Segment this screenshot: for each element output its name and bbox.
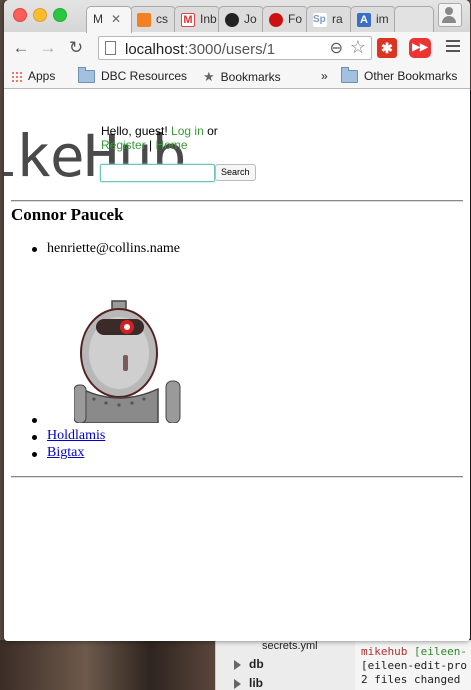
close-window-button[interactable] [13, 8, 27, 22]
folder-icon [341, 67, 358, 84]
bookmark-other[interactable]: Other Bookmarks [341, 67, 457, 84]
separator-text: | [149, 138, 153, 152]
url-text[interactable]: localhost:3000/users/1 [125, 41, 275, 58]
github-icon [225, 12, 239, 27]
list-bullet [32, 452, 37, 457]
finder-window: secrets.yml db lib [215, 640, 356, 690]
disclosure-triangle-icon[interactable] [234, 659, 241, 670]
reload-icon[interactable]: ↻ [65, 37, 87, 59]
youtube-extension-icon[interactable]: ▶▶ [409, 38, 431, 58]
search-form: Search [100, 164, 256, 183]
a-letter-icon: A [357, 12, 371, 27]
bookmark-dbc-resources[interactable]: DBC Resources [78, 67, 187, 84]
user-email: henriette@collins.name [47, 241, 181, 256]
tab-github[interactable]: Jo [218, 6, 264, 32]
address-bar[interactable]: localhost:3000/users/1 ⊖ ☆ [98, 36, 372, 60]
red-round-icon [269, 12, 283, 27]
zoom-window-button[interactable] [53, 8, 67, 22]
tab-stackoverflow[interactable]: cs [130, 6, 176, 32]
bookmarks-overflow-chevron[interactable]: » [321, 69, 328, 83]
company-link-bigtax[interactable]: Bigtax [47, 445, 84, 461]
minimize-window-button[interactable] [33, 8, 47, 22]
tab-speakerdeck[interactable]: Sp ra [306, 6, 352, 32]
page-icon [105, 41, 116, 55]
tab-active[interactable]: M ✕ [86, 6, 132, 33]
disclosure-triangle-icon[interactable] [234, 678, 241, 689]
profile-icon[interactable] [438, 3, 462, 27]
tab-label: M [93, 12, 103, 26]
auth-links: Hello, guest! Log in or Register | Home [101, 124, 218, 152]
terminal-window: mikehub [eileen- [eileen-edit-pro 2 file… [355, 640, 471, 690]
finder-file-secrets[interactable]: secrets.yml [262, 640, 318, 652]
desktop-wallpaper [0, 640, 215, 690]
folder-icon [78, 67, 95, 84]
finder-folder-db[interactable]: db [234, 657, 264, 671]
stackoverflow-icon [137, 12, 151, 27]
terminal-line-3: 2 files changed [361, 673, 461, 686]
bookmark-apps[interactable]: Apps [11, 69, 55, 83]
bookmark-bookmarks[interactable]: ★ Bookmarks [203, 69, 281, 85]
star-icon: ★ [203, 69, 215, 84]
sp-icon: Sp [313, 12, 327, 27]
divider [11, 200, 463, 202]
apps-grid-icon [11, 70, 23, 83]
search-input[interactable] [100, 164, 215, 182]
home-link[interactable]: Home [156, 138, 188, 152]
page-content: ikeHub Hello, guest! Log in or Register … [4, 89, 470, 641]
login-link[interactable]: Log in [171, 124, 204, 138]
zoom-icon[interactable]: ⊖ [330, 38, 343, 58]
search-button[interactable]: Search [215, 164, 256, 181]
tab-gmail[interactable]: M Inb [174, 6, 220, 32]
navigation-toolbar: ← → ↻ localhost:3000/users/1 ⊖ ☆ ✱ ▶▶ [4, 32, 470, 64]
company-link-holdlamis[interactable]: Holdlamis [47, 428, 105, 444]
gmail-icon: M [181, 12, 195, 27]
list-bullet [32, 247, 37, 252]
or-text: or [207, 124, 218, 138]
close-tab-icon[interactable]: ✕ [111, 12, 121, 26]
back-arrow-icon[interactable]: ← [10, 37, 32, 59]
list-bullet [32, 435, 37, 440]
forward-arrow-icon[interactable]: → [37, 37, 59, 59]
bookmarks-bar: Apps DBC Resources ★ Bookmarks » Other Bo… [4, 64, 470, 89]
terminal-line-2: [eileen-edit-pro [361, 659, 467, 672]
register-link[interactable]: Register [101, 138, 146, 152]
greeting-text: Hello, guest! [101, 124, 168, 138]
lastpass-extension-icon[interactable]: ✱ [377, 38, 397, 58]
browser-window: M ✕ cs M Inb Jo Fo Sp ra Aim ← → ↻ localhos… [4, 0, 470, 641]
new-tab-button[interactable] [394, 6, 434, 32]
tab-bar: M ✕ cs M Inb Jo Fo Sp ra Aim [4, 0, 470, 33]
list-bullet [32, 418, 37, 423]
tab-image[interactable]: Aim [350, 6, 396, 32]
finder-folder-lib[interactable]: lib [234, 676, 263, 690]
divider [11, 476, 463, 478]
tab-fo[interactable]: Fo [262, 6, 308, 32]
bookmark-star-icon[interactable]: ☆ [350, 37, 366, 58]
terminal-line-1: mikehub [eileen- [361, 645, 467, 658]
user-name-heading: Connor Paucek [11, 205, 124, 224]
menu-icon[interactable] [446, 40, 460, 55]
robot-avatar-image [74, 297, 184, 423]
